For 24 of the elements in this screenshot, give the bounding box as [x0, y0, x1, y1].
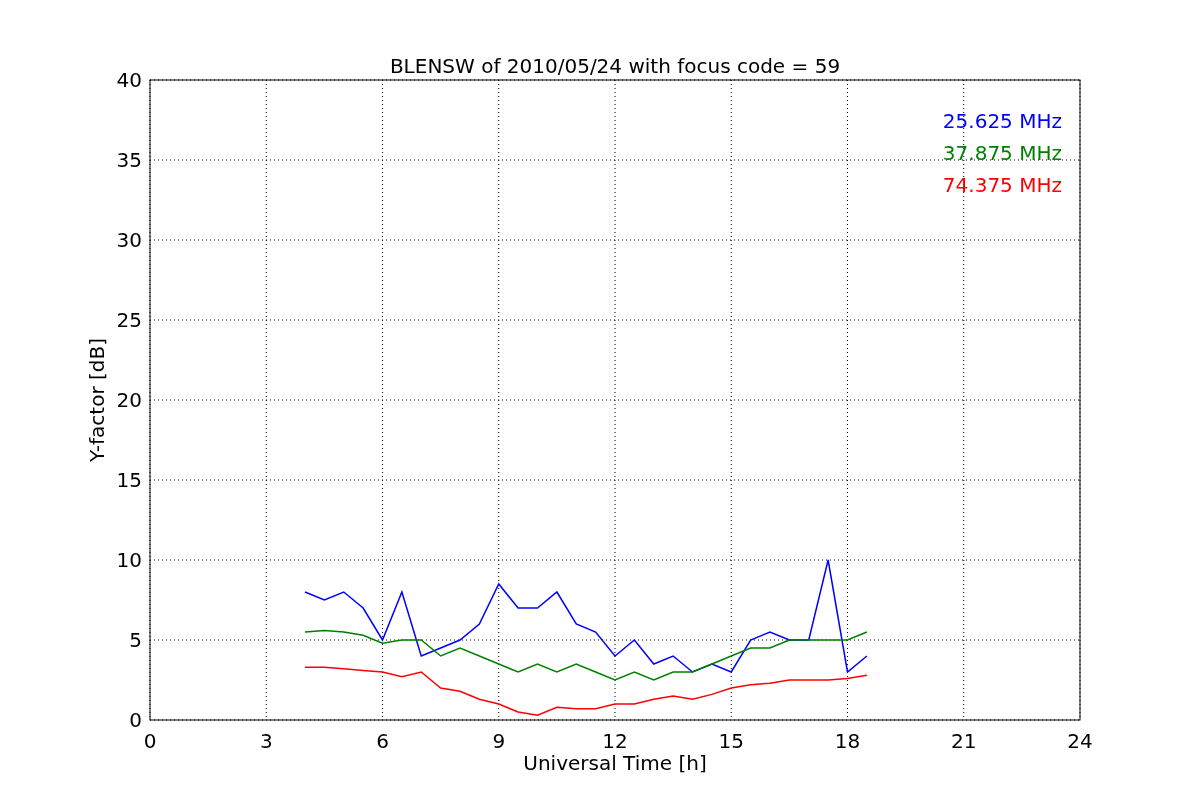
x-tick-label: 3 — [259, 729, 273, 753]
x-tick-label: 21 — [951, 729, 977, 753]
y-tick-label: 0 — [129, 708, 142, 732]
x-tick-label: 18 — [834, 729, 861, 753]
x-tick-label: 6 — [376, 729, 389, 753]
x-tick-label: 15 — [718, 729, 744, 753]
y-tick-label: 20 — [116, 388, 142, 412]
y-tick-label: 30 — [116, 228, 142, 252]
y-tick-label: 35 — [116, 148, 142, 172]
legend-label: 25.625 MHz — [942, 109, 1062, 133]
y-tick-label: 15 — [116, 468, 142, 492]
x-axis-label: Universal Time [h] — [523, 751, 707, 775]
x-tick-label: 12 — [602, 729, 628, 753]
x-tick-label: 0 — [143, 729, 157, 753]
y-tick-label: 40 — [116, 68, 142, 92]
y-axis-label: Y-factor [dB] — [85, 338, 109, 462]
y-tick-label: 5 — [129, 628, 142, 652]
legend-label: 37.875 MHz — [942, 141, 1062, 165]
legend-label: 74.375 MHz — [942, 173, 1062, 197]
y-tick-label: 10 — [116, 548, 142, 572]
y-tick-label: 25 — [116, 308, 142, 332]
x-tick-label: 9 — [492, 729, 506, 753]
x-tick-label: 24 — [1067, 729, 1093, 753]
chart-title: BLENSW of 2010/05/24 with focus code = 59 — [389, 54, 841, 78]
